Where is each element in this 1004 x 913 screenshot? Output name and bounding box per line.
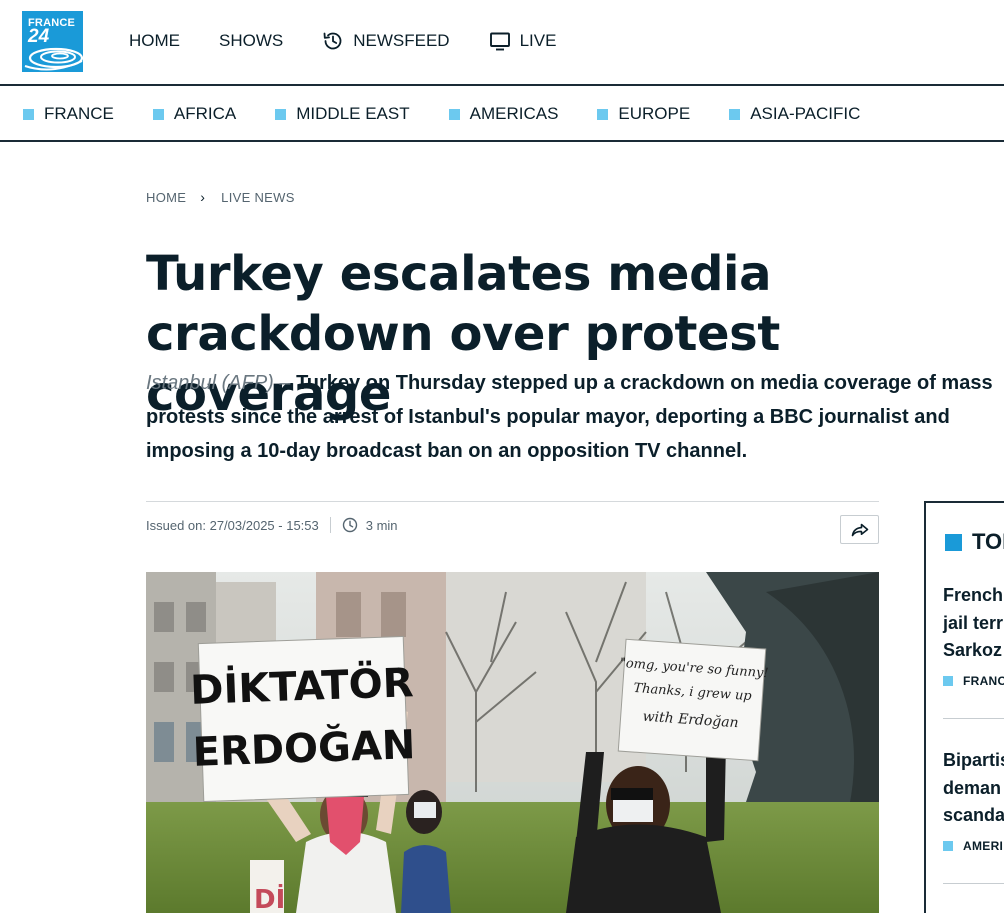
divider <box>146 501 879 502</box>
sign-left-line2: ERDOĞAN <box>192 720 416 776</box>
sidebar-title-label: TOP <box>972 529 1004 554</box>
region-marker <box>152 108 164 120</box>
issued-date: Issued on: 27/03/2025 - 15:53 <box>146 517 319 533</box>
sidebar-title: TOP <box>945 529 1004 555</box>
story-tag: FRANC <box>943 674 1004 688</box>
sidebar-story-1[interactable]: French jail terr Sarkoz FRANC <box>943 582 1004 688</box>
breadcrumb-home[interactable]: HOME <box>146 190 186 205</box>
tag-marker <box>943 840 953 851</box>
chevron-right-icon: › <box>200 189 206 205</box>
sign-left-line1: DİKTATÖR <box>189 658 414 714</box>
article-lede: Istanbul (AFP) – Turkey on Thursday step… <box>146 366 1004 468</box>
region-africa[interactable]: AFRICA <box>152 104 237 124</box>
region-marker <box>729 108 741 120</box>
logo-text-24: 24 <box>28 26 50 47</box>
story-title-line: deman <box>943 777 1002 798</box>
story-title-line: Sarkoz <box>943 640 1003 660</box>
region-americas[interactable]: AMERICAS <box>448 104 559 124</box>
article-meta: Issued on: 27/03/2025 - 15:53 3 min <box>146 516 398 534</box>
tag-marker <box>943 675 953 686</box>
nav-newsfeed[interactable]: NEWSFEED <box>322 28 450 54</box>
share-icon <box>851 523 869 537</box>
article-dateline: Istanbul (AFP) – <box>146 372 291 394</box>
share-button[interactable] <box>840 515 879 544</box>
top-stories-sidebar: TOP French jail terr Sarkoz FRANC Bipart… <box>924 501 1004 913</box>
site-header: FRANCE 24 HOME SHOWS NEWSFEED LIVE <box>0 0 1004 86</box>
breadcrumb: HOME › LIVE NEWS <box>146 189 295 205</box>
nav-shows[interactable]: SHOWS <box>219 28 283 54</box>
region-label: EUROPE <box>618 104 691 123</box>
region-marker <box>448 108 460 120</box>
nav-live-label: LIVE <box>519 31 557 50</box>
region-middle-east[interactable]: MIDDLE EAST <box>275 104 410 124</box>
region-label: AMERICAS <box>469 104 559 123</box>
sign-bottom: Dİ <box>254 883 285 913</box>
region-label: MIDDLE EAST <box>296 104 410 123</box>
monitor-icon <box>489 30 511 52</box>
nav-home-label: HOME <box>129 31 180 50</box>
sidebar-title-marker <box>945 533 962 551</box>
region-marker <box>597 108 609 120</box>
story-title-line: Bipartis <box>943 750 1004 770</box>
story-tag-label: AMERI <box>963 838 1004 853</box>
story-title-line: scanda <box>943 805 1004 825</box>
nav-shows-label: SHOWS <box>219 31 284 50</box>
nav-live[interactable]: LIVE <box>489 28 557 54</box>
breadcrumb-live-news[interactable]: LIVE NEWS <box>221 190 295 205</box>
sidebar-story-2[interactable]: Bipartis deman scanda AMERI <box>943 747 1004 853</box>
region-label: FRANCE <box>44 104 114 123</box>
region-label: ASIA-PACIFIC <box>750 104 861 123</box>
main-nav: HOME SHOWS NEWSFEED LIVE <box>129 28 595 54</box>
history-icon <box>322 30 344 52</box>
divider <box>943 883 1004 884</box>
region-france[interactable]: FRANCE <box>23 104 114 124</box>
story-tag: AMERI <box>943 839 1004 853</box>
story-title-line: jail terr <box>943 612 1004 633</box>
nav-newsfeed-label: NEWSFEED <box>353 31 450 50</box>
article-photo: DİKTATÖR ERDOĞAN "omg, you're so funny! … <box>146 572 879 913</box>
region-nav: FRANCE AFRICA MIDDLE EAST AMERICAS EUROP… <box>0 86 1004 142</box>
region-label: AFRICA <box>173 104 237 123</box>
region-marker <box>275 108 287 120</box>
story-tag-label: FRANC <box>963 673 1004 688</box>
story-title-line: French <box>943 585 1004 605</box>
clock-icon <box>342 517 358 533</box>
region-marker <box>23 108 34 120</box>
meta-divider <box>329 517 331 533</box>
region-asia-pacific[interactable]: ASIA-PACIFIC <box>729 104 860 124</box>
divider <box>943 718 1004 719</box>
france24-logo[interactable]: FRANCE 24 <box>22 11 83 72</box>
nav-home[interactable]: HOME <box>129 28 180 54</box>
read-time: 3 min <box>365 517 398 533</box>
region-europe[interactable]: EUROPE <box>597 104 690 124</box>
